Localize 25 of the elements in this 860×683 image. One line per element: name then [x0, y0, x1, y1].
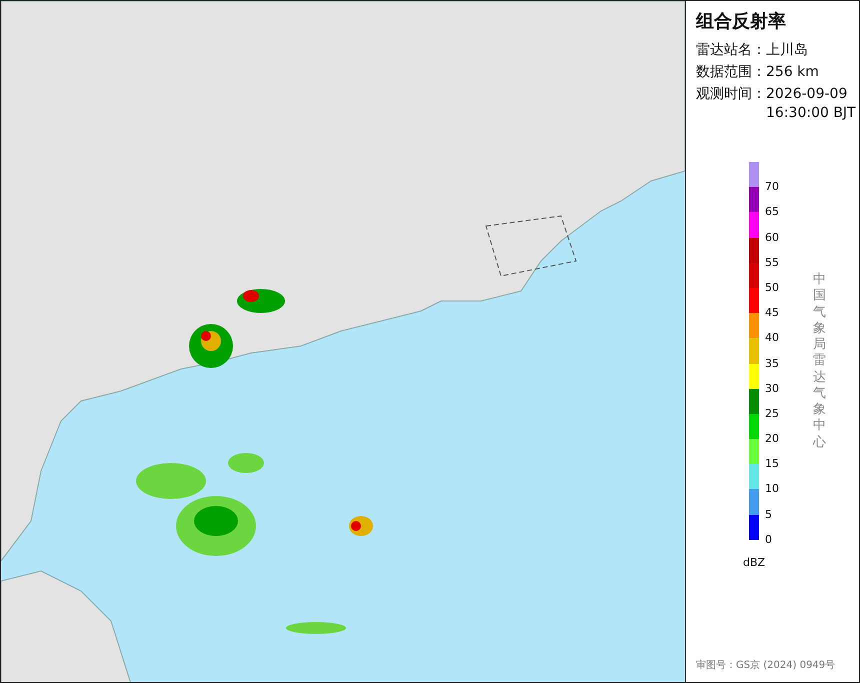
product-title: 组合反射率	[696, 10, 787, 33]
legend-tick-label: 55	[765, 256, 779, 269]
legend-tick-label: 50	[765, 282, 779, 294]
info-label: 雷达站名：	[696, 41, 766, 60]
legend-tick-label: 25	[765, 408, 779, 420]
legend-tick-label: 10	[765, 483, 779, 496]
legend-tick-label: 70	[765, 181, 779, 194]
info-value: 256 km	[766, 63, 819, 82]
info-value: 2026-09-09 16:30:00 BJT	[766, 85, 856, 123]
legend-tick-label: 45	[765, 307, 779, 320]
approval-number: 审图号：GS京 (2024) 0949号	[696, 658, 836, 672]
credit-text: 中国气象局雷达气象中心	[813, 272, 826, 452]
legend-tick-label: 0	[765, 534, 772, 546]
legend-tick-label: 60	[765, 232, 779, 244]
info-value: 上川岛	[766, 41, 808, 60]
legend-tick-label: 30	[765, 382, 779, 395]
info-label: 观测时间：	[696, 85, 766, 104]
info-label: 数据范围：	[696, 63, 766, 82]
legend-unit: dBZ	[743, 556, 766, 569]
legend-tick-label: 35	[765, 358, 779, 370]
legend-tick-label: 40	[765, 332, 779, 344]
legend-tick-label: 5	[765, 508, 772, 521]
legend-tick-label: 20	[765, 433, 779, 446]
legend-tick-label: 15	[765, 458, 779, 470]
legend-tick-label: 65	[765, 206, 779, 218]
